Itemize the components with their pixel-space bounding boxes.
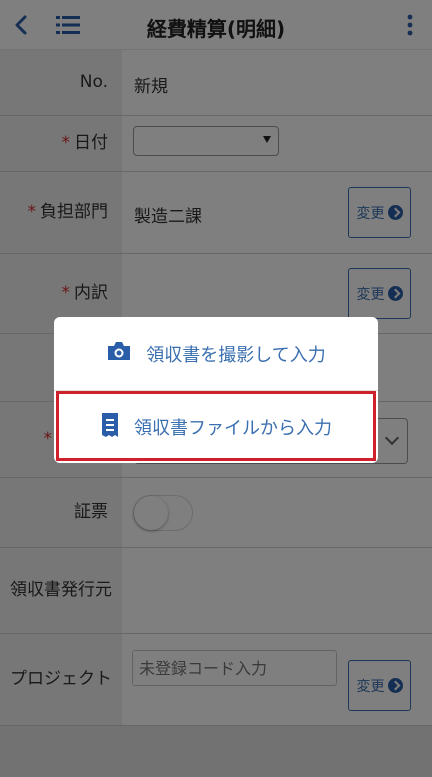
camera-icon bbox=[106, 340, 132, 367]
highlight-frame bbox=[56, 391, 376, 461]
camera-option[interactable]: 領収書を撮影して入力 bbox=[54, 317, 378, 391]
